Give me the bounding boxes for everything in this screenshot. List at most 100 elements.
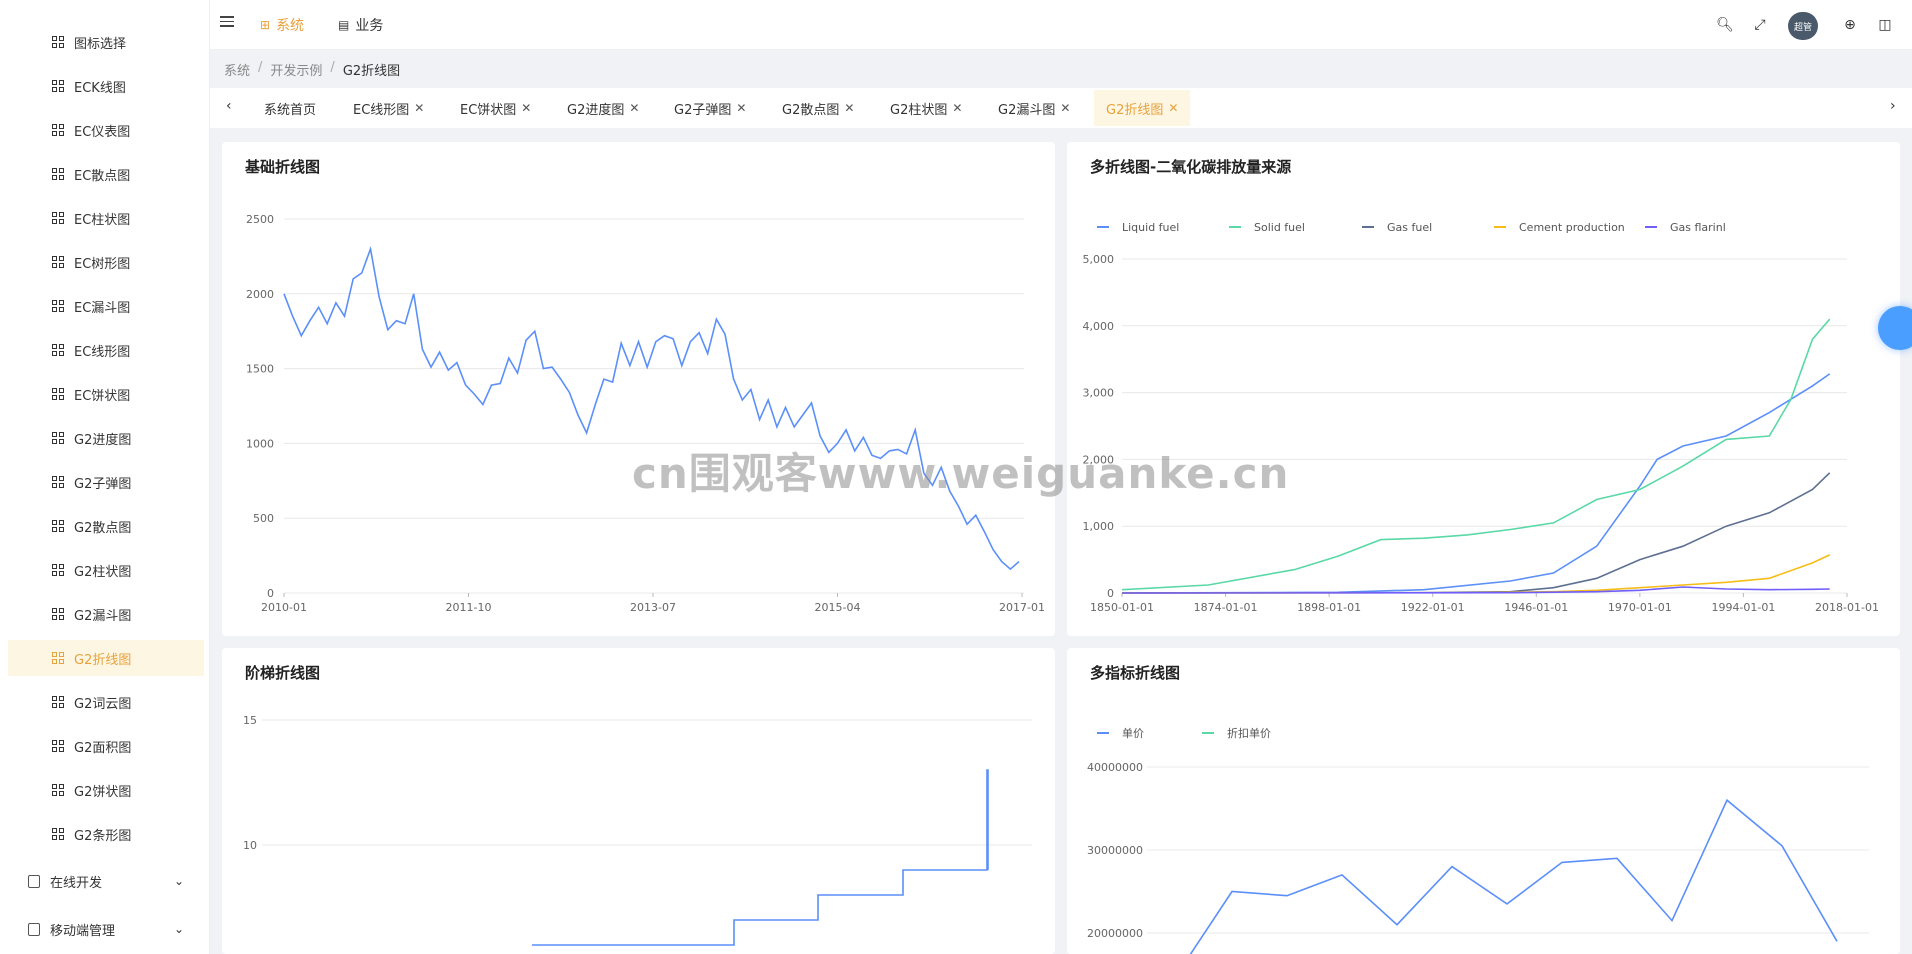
sidebar-item[interactable]: G2条形图 [8, 816, 204, 852]
x-tick-label: 1898-01-01 [1297, 601, 1361, 614]
legend-label: Gas fuel [1387, 221, 1432, 234]
close-icon[interactable]: ✕ [414, 101, 424, 115]
tab[interactable]: G2柱状图 ✕ [878, 90, 974, 126]
grid-icon [52, 828, 64, 840]
grid-icon [52, 520, 64, 532]
x-tick-label: 2010-01 [261, 601, 307, 614]
business-icon: ▤ [338, 18, 350, 32]
sidebar-item[interactable]: EC线形图 [8, 332, 204, 368]
sidebar-item[interactable]: G2折线图 [8, 640, 204, 676]
y-tick-label: 5,000 [1083, 253, 1115, 266]
x-tick-label: 2015-04 [815, 601, 861, 614]
grid-icon [52, 696, 64, 708]
tabs-bar: ‹ › 系统首页 EC线形图 ✕ EC饼状图 ✕ G2进度图 ✕ G2子弹图 ✕ G2散点图 ✕ G2… [210, 88, 1912, 128]
y-tick-label: 4,000 [1083, 320, 1115, 333]
sidebar-group[interactable]: 移动端管理 ⌄ [8, 909, 204, 949]
y-tick-label: 2000 [246, 288, 274, 301]
nav-system[interactable]: ⊞ 系统 [260, 0, 304, 50]
avatar[interactable]: 超管 [1788, 12, 1818, 40]
tab-label: G2散点图 [782, 102, 840, 118]
tab[interactable]: EC饼状图 ✕ [448, 90, 543, 126]
y-tick-label: 30000000 [1087, 844, 1143, 857]
nav-business-label: 业务 [355, 18, 384, 34]
language-icon[interactable]: ⊕ [1837, 12, 1863, 38]
chevron-down-icon[interactable]: ⌄ [174, 874, 184, 888]
layout-icon[interactable]: ◫ [1872, 12, 1898, 38]
tab[interactable]: G2漏斗图 ✕ [986, 90, 1082, 126]
series-line [1121, 554, 1831, 594]
sidebar-item[interactable]: G2饼状图 [8, 772, 204, 808]
close-icon[interactable]: ✕ [952, 101, 962, 115]
avatar-text: 超管 [1793, 22, 1812, 33]
close-icon[interactable]: ✕ [521, 101, 531, 115]
sidebar-item-label: EC散点图 [74, 168, 131, 184]
tab[interactable]: 系统首页 [252, 90, 328, 126]
x-tick-label: 2011-10 [446, 601, 492, 614]
sidebar-item[interactable]: G2子弹图 [8, 464, 204, 500]
x-tick-label: 1874-01-01 [1194, 601, 1258, 614]
grid-icon [52, 740, 64, 752]
sidebar-item[interactable]: G2面积图 [8, 728, 204, 764]
sidebar-item[interactable]: G2进度图 [8, 420, 204, 456]
sidebar-item[interactable]: EC漏斗图 [8, 288, 204, 324]
sidebar-item[interactable]: EC树形图 [8, 244, 204, 280]
breadcrumb-separator: / [258, 60, 263, 75]
chevron-down-icon[interactable]: ⌄ [174, 922, 184, 936]
y-tick-label: 1000 [246, 437, 274, 450]
tab-label: G2进度图 [567, 102, 625, 118]
series-line [532, 769, 989, 946]
breadcrumb-item[interactable]: 开发示例 [270, 60, 322, 80]
close-icon[interactable]: ✕ [736, 101, 746, 115]
sidebar-item[interactable]: EC散点图 [8, 156, 204, 192]
sidebar-item[interactable]: EC饼状图 [8, 376, 204, 412]
legend-label: Gas flarinl [1670, 221, 1726, 234]
sidebar-item[interactable]: G2散点图 [8, 508, 204, 544]
legend-label: Solid fuel [1254, 221, 1305, 234]
sidebar-item-label: EC饼状图 [74, 388, 131, 404]
tab[interactable]: EC线形图 ✕ [341, 90, 436, 126]
grid-icon [52, 168, 64, 180]
close-icon[interactable]: ✕ [629, 101, 639, 115]
close-icon[interactable]: ✕ [844, 101, 854, 115]
close-icon[interactable]: ✕ [1060, 101, 1070, 115]
search-icon[interactable]: 🔍︎ [1712, 12, 1738, 38]
tab-label: 系统首页 [264, 102, 317, 118]
tab[interactable]: G2进度图 ✕ [555, 90, 651, 126]
breadcrumb-item[interactable]: 系统 [224, 60, 250, 80]
sidebar-item[interactable]: G2柱状图 [8, 552, 204, 588]
close-icon[interactable]: ✕ [1168, 101, 1178, 115]
grid-icon [52, 80, 64, 92]
fullscreen-icon[interactable]: ⤢ [1747, 12, 1773, 38]
tabs-scroll-left-icon[interactable]: ‹ [226, 98, 232, 114]
tab[interactable]: G2子弹图 ✕ [662, 90, 758, 126]
sidebar-item[interactable]: EC柱状图 [8, 200, 204, 236]
tab[interactable]: G2散点图 ✕ [770, 90, 866, 126]
menu-toggle-icon[interactable] [220, 16, 234, 30]
sidebar-group[interactable]: 在线开发 ⌄ [8, 861, 204, 901]
x-tick-label: 1946-01-01 [1504, 601, 1568, 614]
nav-business[interactable]: ▤ 业务 [338, 0, 383, 50]
grid-icon [52, 256, 64, 268]
sidebar-item-label: G2面积图 [74, 740, 132, 756]
group-icon [28, 874, 40, 888]
x-tick-label: 2018-01-01 [1815, 601, 1879, 614]
grid-icon [52, 300, 64, 312]
sidebar-item[interactable]: ECK线图 [8, 68, 204, 104]
sidebar-item[interactable]: G2词云图 [8, 684, 204, 720]
tab[interactable]: G2折线图 ✕ [1094, 90, 1191, 126]
y-tick-label: 20000000 [1087, 927, 1143, 940]
tabs-scroll-right-icon[interactable]: › [1890, 98, 1896, 114]
sidebar-item[interactable]: 图标选择 [8, 24, 204, 60]
breadcrumb: 系统 / 开发示例 / G2折线图 [224, 60, 400, 80]
sidebar-item[interactable]: G2漏斗图 [8, 596, 204, 632]
grid-icon [52, 564, 64, 576]
grid-icon [52, 652, 64, 664]
x-tick-label: 1994-01-01 [1711, 601, 1775, 614]
tab-label: G2折线图 [1106, 102, 1164, 118]
legend-label: 单价 [1122, 727, 1144, 740]
y-tick-label: 15 [243, 714, 257, 727]
grid-icon [52, 608, 64, 620]
sidebar-group-label: 在线开发 [50, 875, 103, 891]
card-step-line: 阶梯折线图 10 15 [222, 648, 1055, 954]
sidebar-item[interactable]: EC仪表图 [8, 112, 204, 148]
